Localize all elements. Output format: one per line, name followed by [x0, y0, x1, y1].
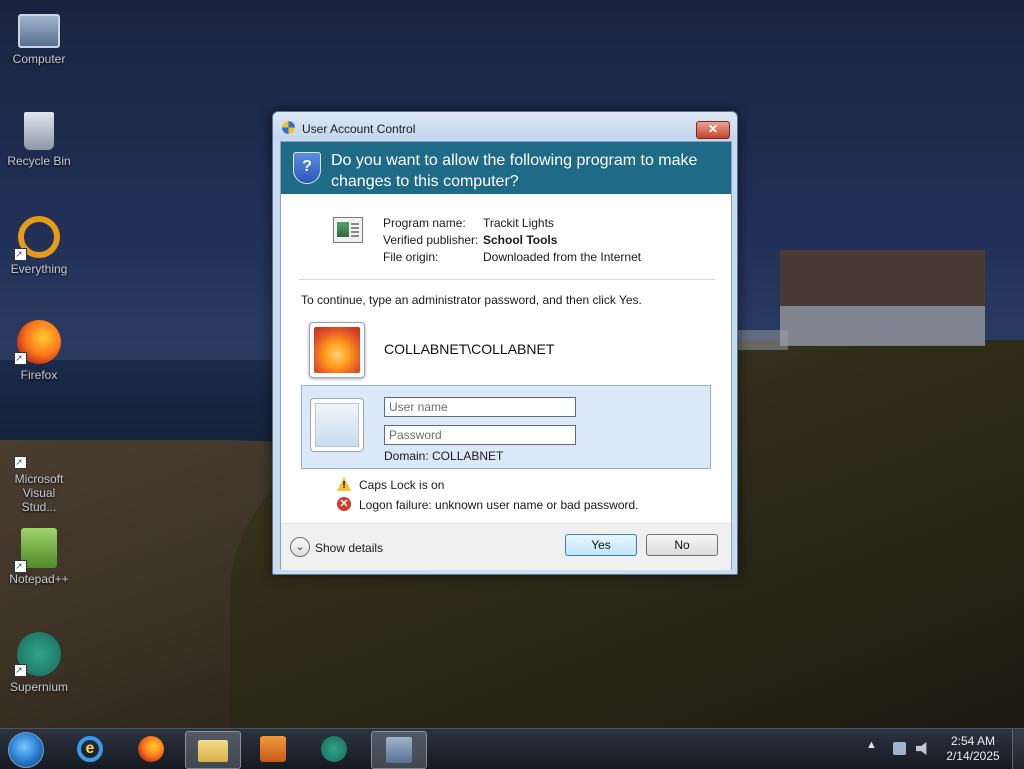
dialog-title: User Account Control: [302, 122, 416, 136]
computer-icon: [18, 14, 60, 48]
instruction-text: To continue, type an administrator passw…: [301, 293, 642, 307]
program-name-label: Program name:: [383, 216, 466, 230]
desktop-icon-supernium[interactable]: Supernium: [4, 632, 74, 694]
shortcut-arrow-icon: ↗: [14, 456, 27, 469]
show-desktop-button[interactable]: [1012, 729, 1024, 769]
internet-explorer-icon: e: [77, 736, 103, 762]
password-input[interactable]: [384, 425, 576, 445]
desktop-icon-label: Recycle Bin: [7, 154, 71, 168]
blank-account-picture: [310, 398, 364, 452]
desktop-icon-label: Computer: [12, 52, 66, 66]
shield-question-icon: ?: [293, 152, 321, 184]
program-icon: [333, 217, 363, 243]
question-text: Do you want to allow the following progr…: [331, 152, 698, 190]
desktop-icon-computer[interactable]: Computer: [4, 8, 74, 66]
shortcut-arrow-icon: ↗: [14, 248, 27, 261]
desktop-icon-everything[interactable]: Everything: [4, 216, 74, 276]
admin-account-tile[interactable]: [309, 322, 365, 378]
no-button[interactable]: No: [646, 534, 718, 556]
program-name-value: Trackit Lights: [483, 216, 554, 230]
dialog-footer: ⌄ Show details Yes No: [281, 523, 731, 570]
wallpaper-house-wall: [780, 306, 985, 346]
show-details-link[interactable]: Show details: [315, 541, 383, 555]
clock-date: 2/14/2025: [946, 749, 1000, 763]
question-banner: ? Do you want to allow the following pro…: [281, 142, 731, 194]
shortcut-arrow-icon: ↗: [14, 560, 27, 573]
taskbar: e ▲ 2:54 AM 2/14/2025: [0, 728, 1024, 769]
credential-panel[interactable]: Domain: COLLABNET: [301, 385, 711, 469]
uac-shield-icon: [282, 121, 295, 134]
username-input[interactable]: [384, 397, 576, 417]
logon-error-text: Logon failure: unknown user name or bad …: [359, 498, 639, 512]
error-icon: ✕: [337, 497, 351, 511]
recycle-bin-icon: [24, 112, 54, 150]
yes-button[interactable]: Yes: [565, 534, 637, 556]
desktop-icon-label: Firefox: [20, 368, 58, 382]
shortcut-arrow-icon: ↗: [14, 664, 27, 677]
uac-app-icon: [386, 737, 412, 763]
tray-overflow-arrow[interactable]: ▲: [866, 739, 877, 751]
taskbar-media-player[interactable]: [246, 731, 300, 767]
desktop-icon-label: Supernium: [9, 680, 69, 694]
file-origin-label: File origin:: [383, 250, 439, 264]
taskbar-internet-explorer[interactable]: e: [63, 731, 117, 767]
media-player-icon: [260, 736, 286, 762]
desktop-icon-visual-studio[interactable]: Microsoft Visual Stud...: [4, 424, 74, 514]
publisher-value: School Tools: [483, 233, 558, 247]
caps-lock-warning: Caps Lock is on: [359, 478, 445, 492]
desktop-icon-label: Everything: [10, 262, 68, 276]
dialog-titlebar[interactable]: User Account Control ✕: [273, 112, 737, 140]
publisher-label: Verified publisher:: [383, 233, 479, 247]
desktop-icon-firefox[interactable]: Firefox: [4, 320, 74, 382]
close-button[interactable]: ✕: [696, 121, 730, 139]
taskbar-file-explorer[interactable]: [185, 731, 241, 769]
desktop-icon-label: Notepad++: [9, 572, 69, 586]
volume-icon[interactable]: [916, 742, 927, 755]
taskbar-clock[interactable]: 2:54 AM 2/14/2025: [944, 734, 1002, 764]
warning-icon: !: [337, 477, 351, 491]
divider: [299, 279, 715, 280]
firefox-icon: [138, 736, 164, 762]
network-icon[interactable]: [893, 742, 906, 755]
admin-account-name[interactable]: COLLABNET\COLLABNET: [384, 341, 554, 357]
wallpaper-fence: [738, 330, 788, 350]
shortcut-arrow-icon: ↗: [14, 352, 27, 365]
uac-dialog: User Account Control ✕ ? Do you want to …: [272, 111, 738, 575]
desktop-icon-notepadpp[interactable]: Notepad++: [4, 528, 74, 586]
wallpaper-house-roof: [780, 250, 985, 306]
supernium-icon: [321, 736, 347, 762]
chevron-down-icon[interactable]: ⌄: [290, 537, 310, 557]
taskbar-uac[interactable]: [371, 731, 427, 769]
file-origin-value: Downloaded from the Internet: [483, 250, 642, 264]
desktop-icon-label: Microsoft Visual Stud...: [14, 472, 64, 514]
dialog-body: ? Do you want to allow the following pro…: [280, 141, 732, 570]
start-button[interactable]: [8, 732, 44, 768]
taskbar-supernium[interactable]: [307, 731, 361, 767]
taskbar-firefox[interactable]: [124, 731, 178, 767]
blank-user-tile: [315, 403, 359, 447]
account-picture-flower: [314, 327, 360, 373]
desktop-icon-recycle-bin[interactable]: Recycle Bin: [4, 112, 74, 168]
clock-time: 2:54 AM: [950, 734, 996, 748]
folder-icon: [198, 740, 228, 762]
domain-text: Domain: COLLABNET: [384, 449, 504, 463]
